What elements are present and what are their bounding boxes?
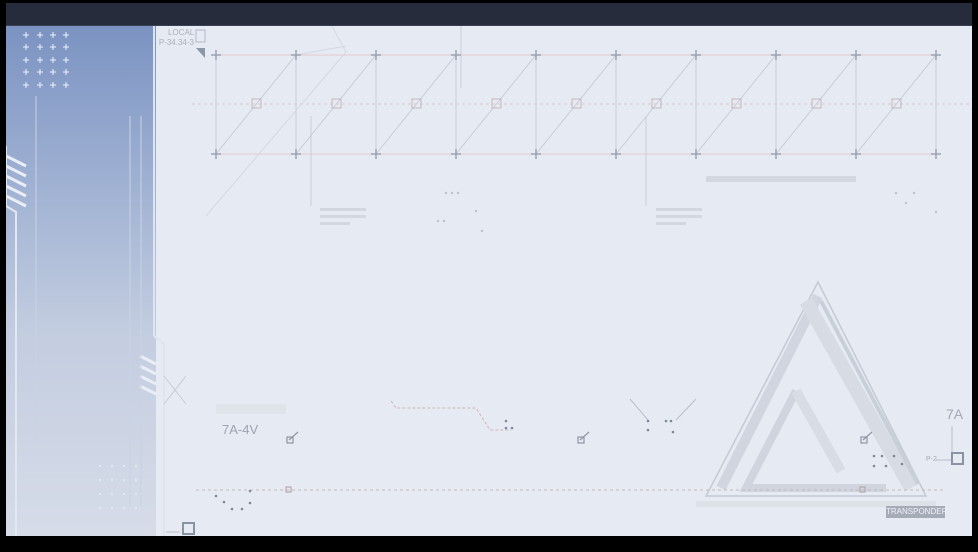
window-titlebar xyxy=(6,3,972,26)
left-stripes xyxy=(6,154,157,396)
marker-label: P-2 xyxy=(926,456,937,463)
hud-decoration xyxy=(6,26,972,536)
lower-markers xyxy=(285,431,873,493)
left-panel-lines xyxy=(6,26,165,536)
sector-label: 7A xyxy=(946,406,964,422)
corner-square-icon xyxy=(182,522,195,535)
left-dots xyxy=(99,465,137,509)
local-code-label: P-34.34-3 xyxy=(158,38,194,47)
hud-screen: LOCAL P-34.34-3 7A-4V 7A P-2 TRANSPONDER xyxy=(6,26,972,536)
transponder-badge[interactable]: TRANSPONDER xyxy=(886,506,947,518)
left-plus-grid xyxy=(23,32,69,88)
local-label: LOCAL xyxy=(168,28,195,37)
triangle-emblem xyxy=(696,280,936,507)
marker-square-icon xyxy=(951,452,964,465)
zone-label: 7A-4V xyxy=(222,422,259,437)
